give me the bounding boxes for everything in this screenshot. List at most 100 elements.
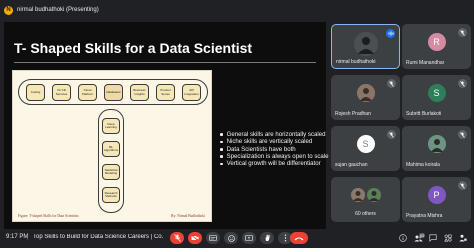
hang-up-icon: [294, 237, 304, 240]
hand-icon: [265, 234, 270, 241]
participant-name: Mahima koirala: [406, 162, 440, 168]
bullet-item: Data Scientists have both: [220, 146, 324, 153]
figure-caption: Figure: T-shaped Skills for Data Scienti…: [18, 214, 79, 218]
people-count-badge: 63: [419, 233, 425, 238]
general-skill-cloud: Cloud Platform: [78, 84, 97, 101]
presenter-initial: N: [6, 7, 11, 13]
host-controls-button[interactable]: [458, 233, 468, 243]
participant-name: sujan gauchan: [335, 162, 368, 168]
participant-name: Subritt Burlakoti: [406, 111, 442, 117]
more-vert-icon: [284, 234, 286, 242]
activities-icon: [444, 234, 452, 242]
presenter-label: nirmal budhathoki (Presenting): [17, 7, 99, 13]
bullet-text: Data Scientists have both: [226, 145, 296, 153]
leave-call-button[interactable]: [290, 232, 308, 244]
bullet-text: Niche skills are vertically scaled: [226, 138, 313, 146]
avatar-initial: P: [427, 186, 446, 204]
avatar-photo: [353, 32, 378, 56]
camera-off-icon: [191, 235, 199, 241]
info-icon: [399, 234, 407, 242]
avatar-photo: [356, 84, 375, 102]
shared-screen: T- Shaped Skills for a Data Scientist Co…: [4, 22, 329, 229]
participant-tile-sujan[interactable]: S sujan gauchan: [331, 126, 400, 171]
participant-name: Rumi Manandhar: [406, 60, 445, 66]
general-skills-row: Coding Cl/ CD Services Cloud Platform Da…: [18, 79, 208, 105]
bullet-item: Specialization is always open to scale: [220, 153, 329, 160]
bullet-item: Vertical growth will be differentiator: [220, 160, 324, 167]
general-skill-product: Product Sense: [156, 84, 175, 101]
mic-off-icon: [458, 28, 467, 37]
mic-off-icon: [387, 130, 396, 139]
general-skill-api: API Integration: [182, 84, 201, 101]
meeting-title: Top Skills to Build for Data Science Car…: [33, 234, 163, 240]
raise-hand-button[interactable]: [260, 232, 274, 244]
mic-off-icon: [387, 79, 396, 88]
bullet-text: General skills are horizontally scaled: [226, 131, 326, 138]
avatar-letter: S: [433, 88, 440, 98]
mic-off-icon: [458, 130, 467, 139]
avatar-letter: R: [433, 37, 440, 47]
bullet-text: Vertical growth will be differentiator: [226, 160, 321, 168]
captions-button[interactable]: [206, 232, 220, 244]
presenter-avatar: N: [4, 5, 13, 15]
participant-tile-subritt[interactable]: S Subritt Burlakoti: [402, 75, 471, 120]
niche-skill-deep-learning: Deep Learning: [102, 118, 120, 134]
avatar-letter: S: [362, 139, 369, 149]
emoji-icon: [227, 234, 235, 242]
mic-off-icon: [458, 181, 467, 190]
general-skill-cicd: Cl/ CD Services: [52, 84, 71, 101]
speaking-icon: [386, 29, 395, 38]
avatar-initial: S: [427, 84, 446, 102]
activities-button[interactable]: [443, 233, 453, 243]
mic-toggle-button[interactable]: [170, 232, 184, 244]
bullet-text: Specialization is always open to scale: [226, 152, 329, 160]
participant-tile-rumi[interactable]: R Rumi Manandhar: [402, 24, 471, 69]
figure-credit: By: Nirmal Budhathoki: [171, 214, 205, 218]
niche-skill-ml: ML Algorithms: [102, 141, 120, 157]
bullet-dot: [220, 155, 223, 158]
reactions-button[interactable]: [224, 232, 238, 244]
chat-icon: [429, 234, 437, 242]
avatar-photo: [366, 188, 381, 202]
presenter-bar: N nirmal budhathoki (Presenting): [4, 3, 326, 17]
meet-window: N nirmal budhathoki (Presenting) T- Shap…: [0, 0, 474, 248]
niche-skill-research: Research Methods: [102, 187, 120, 203]
participant-name: Prayatna Mishra: [406, 213, 443, 219]
lock-person-icon: [459, 234, 467, 242]
bullet-dot: [220, 133, 223, 136]
avatar-photo: [350, 188, 365, 202]
slide-bullets: General skills are horizontally scaled N…: [220, 131, 329, 167]
mic-off-icon: [173, 234, 181, 242]
avatar-initial: S: [356, 135, 375, 153]
captions-icon: [209, 235, 217, 241]
participant-tile-others[interactable]: 60 others: [331, 177, 400, 222]
t-shape-diagram: Coding Cl/ CD Services Cloud Platform Da…: [12, 70, 212, 222]
camera-toggle-button[interactable]: [188, 232, 202, 244]
people-button[interactable]: 63: [413, 233, 425, 243]
participant-name: 60 others: [355, 211, 376, 217]
participant-tile-mahima[interactable]: Mahima koirala: [402, 126, 471, 171]
bullet-dot: [220, 140, 223, 144]
general-skill-databases: Databases: [104, 84, 123, 101]
participant-tile-nirmal[interactable]: nirmal budhathoki: [331, 24, 400, 69]
slide-title: T- Shaped Skills for a Data Scientist: [14, 40, 253, 56]
separator: |: [27, 234, 29, 240]
present-button[interactable]: [242, 232, 256, 244]
chat-button[interactable]: [428, 233, 438, 243]
avatar-photo: [427, 135, 446, 153]
bullet-item: Niche skills are vertically scaled: [220, 138, 324, 145]
niche-skill-statistics: Statistical Modeling: [102, 164, 120, 180]
participant-tile-prayatna[interactable]: P Prayatna Mishra: [402, 177, 471, 222]
general-skill-coding: Coding: [26, 84, 45, 101]
bullet-dot: [220, 147, 223, 151]
info-button[interactable]: [398, 233, 408, 243]
general-skill-business: Business Insights: [130, 84, 149, 101]
present-screen-icon: [245, 234, 253, 241]
bottom-control-bar: 9:17 PM | Top Skills to Build for Data S…: [0, 229, 474, 248]
participant-tile-rojesh[interactable]: Rojesh Pradhan: [331, 75, 400, 120]
participant-name: nirmal budhathoki: [336, 59, 376, 65]
title-divider: [14, 62, 316, 63]
others-avatars: [350, 188, 381, 203]
mic-off-icon: [458, 79, 467, 88]
avatar-letter: P: [433, 190, 440, 200]
